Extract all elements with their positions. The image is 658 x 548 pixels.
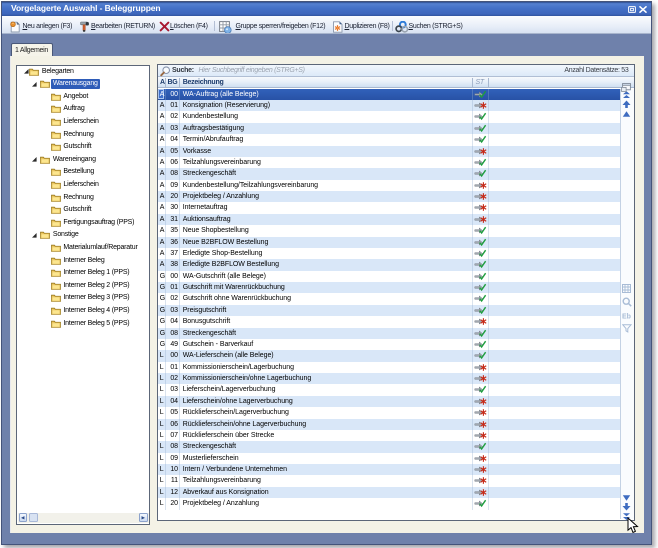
svg-text:Eb: Eb xyxy=(622,313,631,320)
